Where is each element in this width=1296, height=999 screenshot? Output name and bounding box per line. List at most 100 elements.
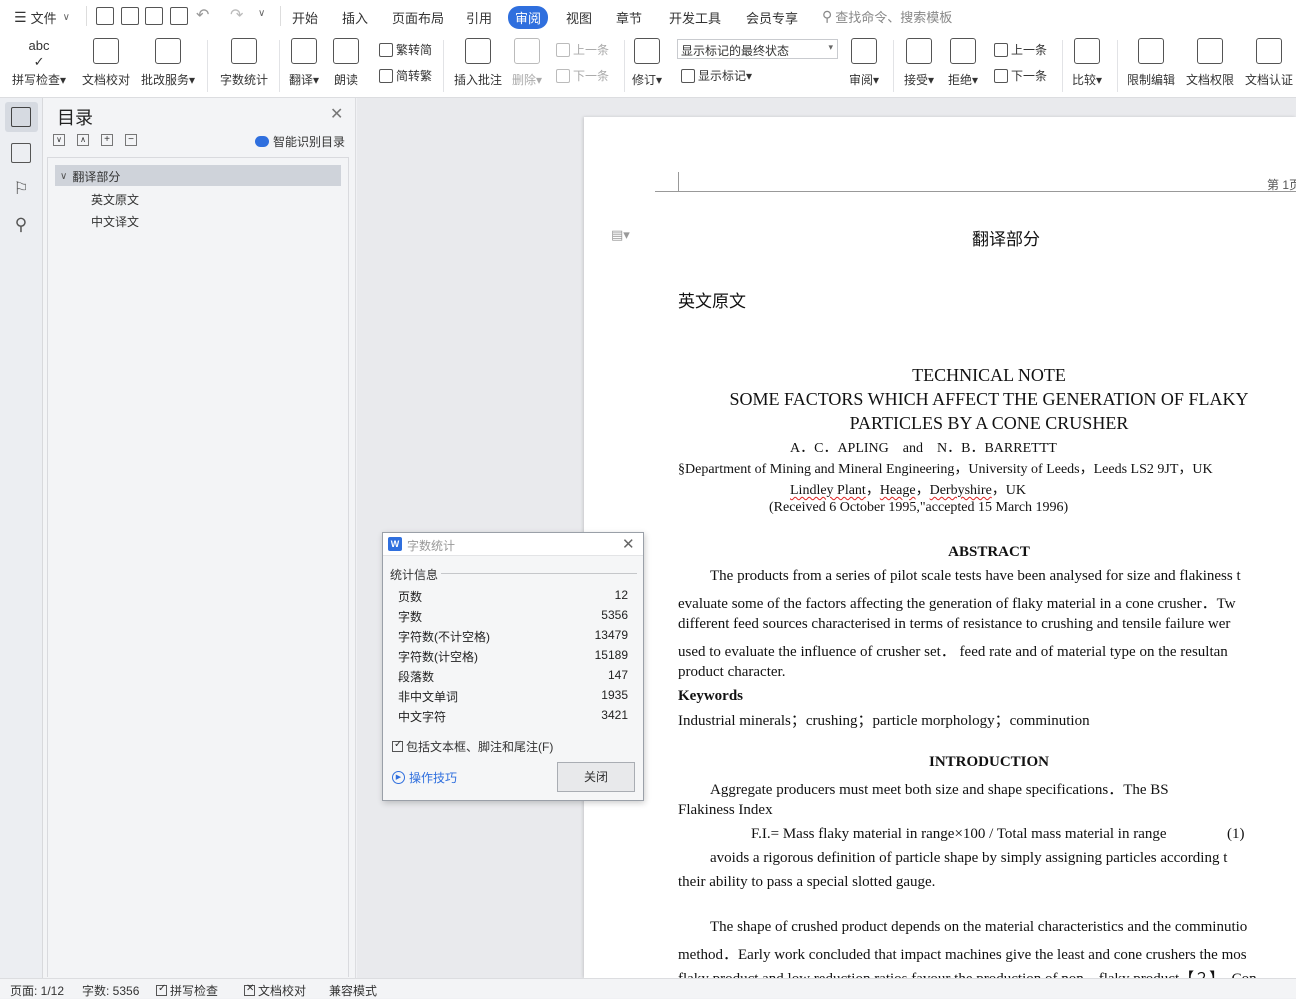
spellcheck-status[interactable]: ✓ 拼写检查 bbox=[156, 982, 218, 999]
include-textbox-checkbox[interactable]: ✓ 包括文本框、脚注和尾注(F) bbox=[392, 738, 553, 755]
page-indicator[interactable]: 页面: 1/12 bbox=[10, 982, 64, 999]
simp-to-trad-button[interactable]: 简转繁 bbox=[379, 67, 432, 84]
print-preview-icon[interactable] bbox=[170, 7, 188, 25]
menu-bar: ☰ 文件 ∨ ↶ ↷ ∨ 开始 插入 页面布局 引用 审阅 视图 章节 开发工具… bbox=[0, 0, 1296, 32]
prev-comment-button[interactable]: 上一条 bbox=[556, 41, 609, 58]
compare-button[interactable]: 比较▾ bbox=[1072, 38, 1102, 88]
track-changes-button[interactable]: 修订▾ bbox=[632, 38, 662, 88]
quick-access-dropdown-icon[interactable]: ∨ bbox=[258, 8, 265, 19]
delete-comment-button[interactable]: 删除▾ bbox=[512, 38, 542, 88]
search-icon[interactable]: ⚲ bbox=[11, 215, 31, 235]
paragraph-menu-icon[interactable]: ▤▾ bbox=[611, 227, 630, 243]
close-icon[interactable]: ✕ bbox=[622, 535, 635, 553]
collapse-all-icon[interactable]: − bbox=[125, 134, 137, 146]
note-title: TECHNICAL NOTE bbox=[912, 365, 1066, 385]
doc-proof-button[interactable]: 文档校对 bbox=[82, 38, 130, 88]
next-change-button[interactable]: 下一条 bbox=[994, 67, 1047, 84]
prev-change-button[interactable]: 上一条 bbox=[994, 41, 1047, 58]
delete-comment-icon bbox=[514, 38, 541, 64]
intro-line: their ability to pass a special slotted … bbox=[678, 874, 936, 890]
collapse-one-icon[interactable]: ∨ bbox=[53, 134, 65, 146]
close-icon[interactable]: ✕ bbox=[330, 104, 343, 124]
doc-permission-button[interactable]: 文档权限 bbox=[1186, 38, 1234, 88]
insert-comment-button[interactable]: 插入批注 bbox=[454, 38, 502, 88]
body-line: method．Early work concluded that impact … bbox=[678, 947, 1247, 963]
tab-developer[interactable]: 开发工具 bbox=[669, 8, 721, 27]
tab-view[interactable]: 视图 bbox=[566, 8, 592, 27]
proofread-status[interactable]: ✕ 文档校对 bbox=[244, 982, 306, 999]
document-page[interactable]: 第 1页 ▤▾ 翻译部分 英文原文 TECHNICAL NOTE SOME FA… bbox=[584, 117, 1296, 987]
tab-insert[interactable]: 插入 bbox=[342, 8, 368, 27]
tab-start[interactable]: 开始 bbox=[292, 8, 318, 27]
tab-member[interactable]: 会员专享 bbox=[746, 8, 798, 27]
tab-layout[interactable]: 页面布局 bbox=[392, 8, 444, 27]
doc-permission-icon bbox=[1197, 38, 1223, 64]
next-comment-button[interactable]: 下一条 bbox=[556, 67, 609, 84]
toc-item-translation[interactable]: ∨ 翻译部分 bbox=[60, 168, 120, 185]
spellcheck-button[interactable]: abc ✓ 拼写检查▾ bbox=[12, 38, 66, 88]
abstract-line: different feed sources characterised in … bbox=[678, 616, 1231, 632]
ai-robot-icon bbox=[255, 136, 269, 147]
section-divider bbox=[441, 573, 637, 574]
dropdown-arrow-icon: ▾ bbox=[828, 42, 833, 52]
wps-writer-icon: W bbox=[388, 537, 402, 551]
restrict-edit-button[interactable]: 限制编辑 bbox=[1127, 38, 1175, 88]
play-circle-icon: ▶ bbox=[392, 771, 405, 784]
print-icon[interactable] bbox=[145, 7, 163, 25]
translate-button[interactable]: 翻译▾ bbox=[289, 38, 319, 88]
export-pdf-icon[interactable] bbox=[121, 7, 139, 25]
toc-item-chinese[interactable]: 中文译文 bbox=[91, 213, 139, 230]
checkbox-checked-icon: ✓ bbox=[392, 739, 403, 752]
chevron-down-icon: ∨ bbox=[62, 12, 70, 23]
checkbox-x-icon: ✕ bbox=[244, 983, 255, 996]
accept-button[interactable]: 接受▾ bbox=[904, 38, 934, 88]
simp-to-trad-icon bbox=[379, 68, 393, 83]
bookmark-icon[interactable]: ⚐ bbox=[11, 179, 31, 199]
review-pane-button[interactable]: 审阅▾ bbox=[849, 38, 879, 88]
tips-link[interactable]: ▶ 操作技巧 bbox=[392, 769, 457, 786]
subsection-title: 英文原文 bbox=[678, 292, 746, 312]
tab-review[interactable]: 审阅 bbox=[508, 6, 549, 29]
toc-item-english[interactable]: 英文原文 bbox=[91, 191, 139, 208]
trad-to-simp-button[interactable]: 繁转简 bbox=[379, 41, 432, 58]
reject-icon bbox=[950, 38, 977, 64]
chevron-down-icon[interactable]: ∨ bbox=[60, 171, 67, 182]
show-markup-button[interactable]: 显示标记 ▾ bbox=[681, 67, 752, 84]
stat-row: 页数 12 bbox=[398, 588, 628, 604]
abstract-line: product character. bbox=[678, 664, 786, 680]
review-service-button[interactable]: 批改服务▾ bbox=[141, 38, 195, 88]
next-change-icon bbox=[994, 68, 1008, 83]
expand-one-icon[interactable]: ∧ bbox=[77, 134, 89, 146]
abstract-heading: ABSTRACT bbox=[948, 544, 1030, 560]
stat-row: 字符数(不计空格) 13479 bbox=[398, 628, 628, 644]
expand-all-icon[interactable]: + bbox=[101, 134, 113, 146]
read-aloud-button[interactable]: 朗读 bbox=[333, 38, 359, 88]
read-aloud-icon bbox=[333, 38, 359, 64]
redo-icon[interactable]: ↷ bbox=[230, 5, 243, 25]
smart-recognize-button[interactable]: 智能识别目录 bbox=[255, 133, 345, 150]
doc-certify-button[interactable]: 文档认证 bbox=[1245, 38, 1293, 88]
toc-icon[interactable] bbox=[11, 107, 31, 127]
markup-state-select[interactable]: 显示标记的最终状态 ▾ bbox=[677, 39, 838, 59]
stat-row: 中文字符 3421 bbox=[398, 708, 628, 724]
track-changes-icon bbox=[634, 38, 661, 64]
accept-icon bbox=[906, 38, 933, 64]
dialog-title: 字数统计 bbox=[407, 539, 456, 553]
undo-icon[interactable]: ↶ bbox=[196, 5, 209, 25]
search-icon: ⚲ bbox=[822, 8, 833, 24]
keywords: Industrial minerals；crushing；particle mo… bbox=[678, 713, 1090, 729]
file-menu[interactable]: ☰ 文件 ∨ bbox=[14, 8, 70, 27]
checkbox-checked-icon: ✓ bbox=[156, 983, 167, 996]
review-pane-icon bbox=[851, 38, 878, 64]
word-count-indicator[interactable]: 字数: 5356 bbox=[82, 982, 139, 999]
command-search[interactable]: ⚲ 查找命令、搜索模板 bbox=[822, 7, 952, 26]
intro-line: Flakiness Index bbox=[678, 802, 773, 818]
tab-chapter[interactable]: 章节 bbox=[616, 8, 642, 27]
close-button[interactable]: 关闭 bbox=[557, 762, 635, 792]
navigation-icon[interactable] bbox=[11, 143, 31, 163]
save-icon[interactable] bbox=[96, 7, 114, 25]
word-count-button[interactable]: 字数统计 bbox=[220, 38, 268, 88]
reject-button[interactable]: 拒绝▾ bbox=[948, 38, 978, 88]
toc-title: 目录 bbox=[57, 108, 93, 128]
tab-references[interactable]: 引用 bbox=[466, 8, 492, 27]
